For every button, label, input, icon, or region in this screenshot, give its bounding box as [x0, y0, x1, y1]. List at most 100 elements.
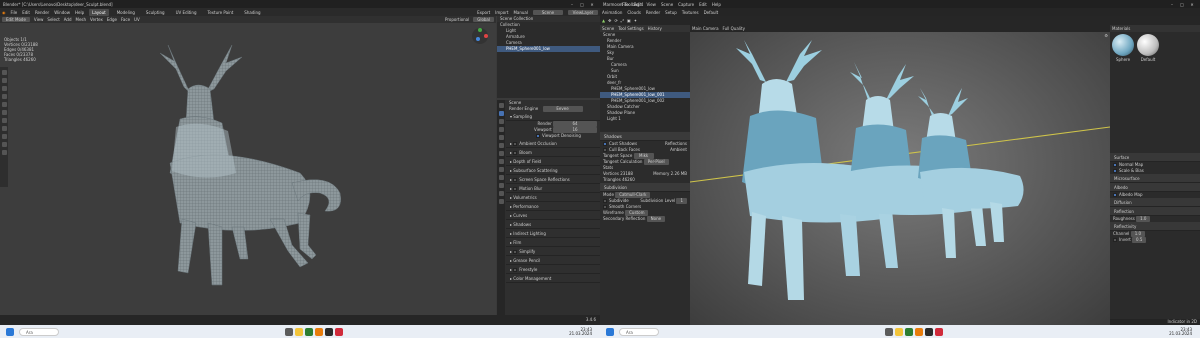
marmoset-taskbar-icon[interactable] — [325, 327, 334, 336]
file-explorer-icon[interactable] — [895, 327, 904, 336]
tab-textures[interactable]: Textures — [682, 10, 699, 15]
rotate-tool-icon[interactable]: ⟳ — [614, 18, 617, 23]
roughness-field[interactable]: 1.0 — [1136, 216, 1151, 222]
section-checkbox[interactable] — [513, 268, 518, 272]
marmoset-taskbar-icon[interactable] — [925, 327, 934, 336]
maximize-icon[interactable]: □ — [1177, 2, 1187, 7]
task-view-icon[interactable] — [885, 327, 894, 336]
section-performance[interactable]: ▸ Performance — [506, 202, 600, 211]
app-icon[interactable] — [305, 327, 314, 336]
invert-field[interactable]: 0.5 — [1132, 237, 1147, 243]
sampling-section[interactable]: ▾ Sampling — [506, 112, 600, 121]
section-checkbox[interactable] — [513, 142, 518, 146]
section-motion-blur[interactable]: ▸ Motion Blur — [506, 184, 600, 193]
import-button[interactable]: Import — [495, 10, 508, 15]
close-icon[interactable]: ✕ — [587, 2, 597, 7]
tab-scene[interactable]: Scene — [602, 26, 614, 31]
material-swatch[interactable]: Sphere — [1112, 34, 1134, 62]
view-layer-selector[interactable]: ViewLayer — [568, 9, 598, 15]
minimize-icon[interactable]: – — [1167, 2, 1177, 7]
particles-tab-icon[interactable] — [498, 167, 504, 172]
section-subsurface[interactable]: ▸ Subsurface Scattering — [506, 166, 600, 175]
section-indirect-lighting[interactable]: ▸ Indirect Lighting — [506, 229, 600, 238]
maximize-icon[interactable]: □ — [577, 2, 587, 7]
section-color-management[interactable]: ▸ Color Management — [506, 274, 600, 283]
viewport-camera-select[interactable]: Main Camera — [692, 26, 719, 31]
menu-scene[interactable]: Scene — [661, 2, 673, 7]
blender-taskbar-icon[interactable] — [315, 327, 324, 336]
tab-history[interactable]: History — [648, 26, 662, 31]
invert-checkbox[interactable] — [1113, 238, 1117, 242]
viewport-quality-select[interactable]: Full Quality — [723, 26, 745, 31]
section-microsurface[interactable]: Microsurface — [1110, 174, 1200, 183]
header-menu-select[interactable]: Select — [47, 17, 59, 22]
section-simplify[interactable]: ▸ Simplify — [506, 247, 600, 256]
constraints-tab-icon[interactable] — [498, 183, 504, 188]
viewport-denoising-checkbox[interactable] — [536, 134, 540, 138]
blender-viewport[interactable]: Objects 1/1 Vertices 0/23188 Edges 0/463… — [0, 23, 496, 315]
camera-tool-icon[interactable]: ▣ — [627, 18, 631, 23]
subdivision-level-field[interactable]: 1 — [676, 198, 687, 204]
subdivision-section[interactable]: Subdivision — [600, 183, 690, 192]
export-button[interactable]: Export — [477, 10, 490, 15]
header-menu-add[interactable]: Add — [64, 17, 72, 22]
start-menu-icon[interactable] — [6, 327, 14, 336]
menu-help[interactable]: Help — [75, 10, 84, 15]
tab-texture-paint[interactable]: Texture Paint — [204, 9, 236, 16]
minimize-icon[interactable]: – — [567, 2, 577, 7]
view-layer-tab-icon[interactable] — [498, 127, 504, 132]
section-checkbox[interactable] — [513, 250, 518, 254]
section-freestyle[interactable]: ▸ Freestyle — [506, 265, 600, 274]
menu-edit-2[interactable]: Edit — [699, 2, 707, 7]
scene-tab-icon[interactable] — [498, 135, 504, 140]
light-tool-icon[interactable]: ✦ — [634, 18, 637, 23]
shadows-section[interactable]: Shadows — [600, 132, 690, 141]
section-shadows[interactable]: ▸ Shadows — [506, 220, 600, 229]
tab-setup[interactable]: Setup — [665, 10, 677, 15]
app-icon[interactable] — [905, 327, 914, 336]
header-menu-uv[interactable]: UV — [134, 17, 140, 22]
section-checkbox[interactable] — [513, 187, 518, 191]
material-tab-icon[interactable] — [498, 199, 504, 204]
app-icon[interactable] — [335, 327, 344, 336]
mode-selector[interactable]: Edit Mode — [2, 17, 30, 22]
proportional-edit[interactable]: Proportional — [445, 17, 469, 22]
file-explorer-icon[interactable] — [295, 327, 304, 336]
tab-shading[interactable]: Shading — [241, 9, 263, 16]
header-menu-view[interactable]: View — [34, 17, 44, 22]
move-tool-icon[interactable]: ✥ — [608, 18, 611, 23]
scene-selector[interactable]: Scene — [533, 9, 563, 15]
tab-default[interactable]: Default — [704, 10, 719, 15]
tab-sculpting[interactable]: Sculpting — [143, 9, 168, 16]
taskbar-search[interactable]: Ara — [19, 327, 59, 336]
marmoset-viewport[interactable]: ⚙ — [690, 32, 1110, 325]
menu-edit[interactable]: Edit — [634, 2, 642, 7]
cast-shadows-checkbox[interactable] — [603, 142, 607, 146]
app-icon[interactable] — [935, 327, 944, 336]
section-ssr[interactable]: ▸ Screen Space Reflections — [506, 175, 600, 184]
taskbar-clock[interactable]: 23:43 21.03.2024 — [569, 327, 600, 336]
menu-file[interactable]: File — [11, 10, 18, 15]
albedo-map-slot[interactable] — [1113, 193, 1117, 197]
tool-tab-icon[interactable] — [498, 103, 504, 108]
tab-modeling[interactable]: Modeling — [114, 9, 138, 16]
section-checkbox[interactable] — [513, 151, 518, 155]
tab-uv-editing[interactable]: UV Editing — [173, 9, 200, 16]
tab-animation[interactable]: Animation — [602, 10, 622, 15]
tab-layout[interactable]: Layout — [89, 8, 109, 16]
section-diffusion[interactable]: Diffusion — [1110, 198, 1200, 207]
section-reflectivity[interactable]: Reflectivity — [1110, 222, 1200, 231]
tab-tool-settings[interactable]: Tool Settings — [618, 26, 643, 31]
section-checkbox[interactable] — [513, 178, 518, 182]
section-bloom[interactable]: ▸ Bloom — [506, 148, 600, 157]
task-view-icon[interactable] — [285, 327, 294, 336]
section-albedo[interactable]: Albedo — [1110, 183, 1200, 192]
data-tab-icon[interactable] — [498, 191, 504, 196]
section-reflection[interactable]: Reflection — [1110, 207, 1200, 216]
cull-back-faces-checkbox[interactable] — [603, 148, 607, 152]
scale-bias-checkbox[interactable] — [1113, 169, 1117, 173]
section-ambient-occlusion[interactable]: ▸ Ambient Occlusion — [506, 139, 600, 148]
manual-button[interactable]: Manual — [513, 10, 528, 15]
menu-window[interactable]: Window — [54, 10, 70, 15]
section-volumetrics[interactable]: ▸ Volumetrics — [506, 193, 600, 202]
